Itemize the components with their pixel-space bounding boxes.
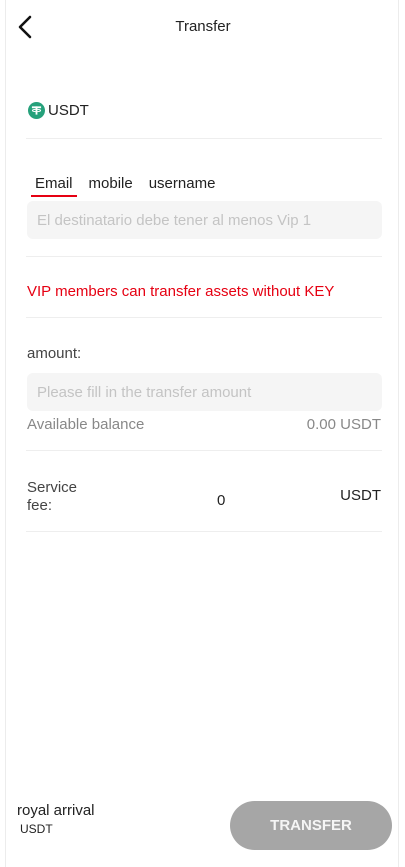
amount-input[interactable] xyxy=(27,373,382,411)
usdt-coin-icon xyxy=(28,102,45,119)
service-fee-unit: USDT xyxy=(340,487,381,504)
divider xyxy=(26,531,382,532)
divider xyxy=(26,138,382,139)
asset-selector[interactable]: USDT xyxy=(28,102,89,119)
vip-notice: VIP members can transfer assets without … xyxy=(27,283,335,300)
recipient-type-tabs: Email mobile username xyxy=(31,175,230,197)
tab-mobile[interactable]: mobile xyxy=(88,175,134,192)
transfer-button[interactable]: TRANSFER xyxy=(230,801,392,850)
amount-label: amount: xyxy=(27,345,82,362)
service-fee-label: Service fee: xyxy=(27,479,78,514)
divider xyxy=(26,317,382,318)
service-fee-value: 0 xyxy=(217,492,226,509)
arrival-unit: USDT xyxy=(20,822,53,836)
divider xyxy=(26,256,382,257)
divider xyxy=(26,450,382,451)
available-balance-value: 0.00 USDT xyxy=(306,416,381,433)
transfer-page: Transfer USDT Email mobile username VIP … xyxy=(5,0,399,867)
tab-email[interactable]: Email xyxy=(31,175,77,197)
asset-label: USDT xyxy=(48,102,89,119)
recipient-input[interactable] xyxy=(27,201,382,239)
page-title: Transfer xyxy=(175,18,231,35)
arrival-label: royal arrival xyxy=(17,802,95,819)
tab-username[interactable]: username xyxy=(148,175,217,192)
available-balance-label: Available balance xyxy=(27,416,145,433)
header: Transfer xyxy=(6,0,400,56)
